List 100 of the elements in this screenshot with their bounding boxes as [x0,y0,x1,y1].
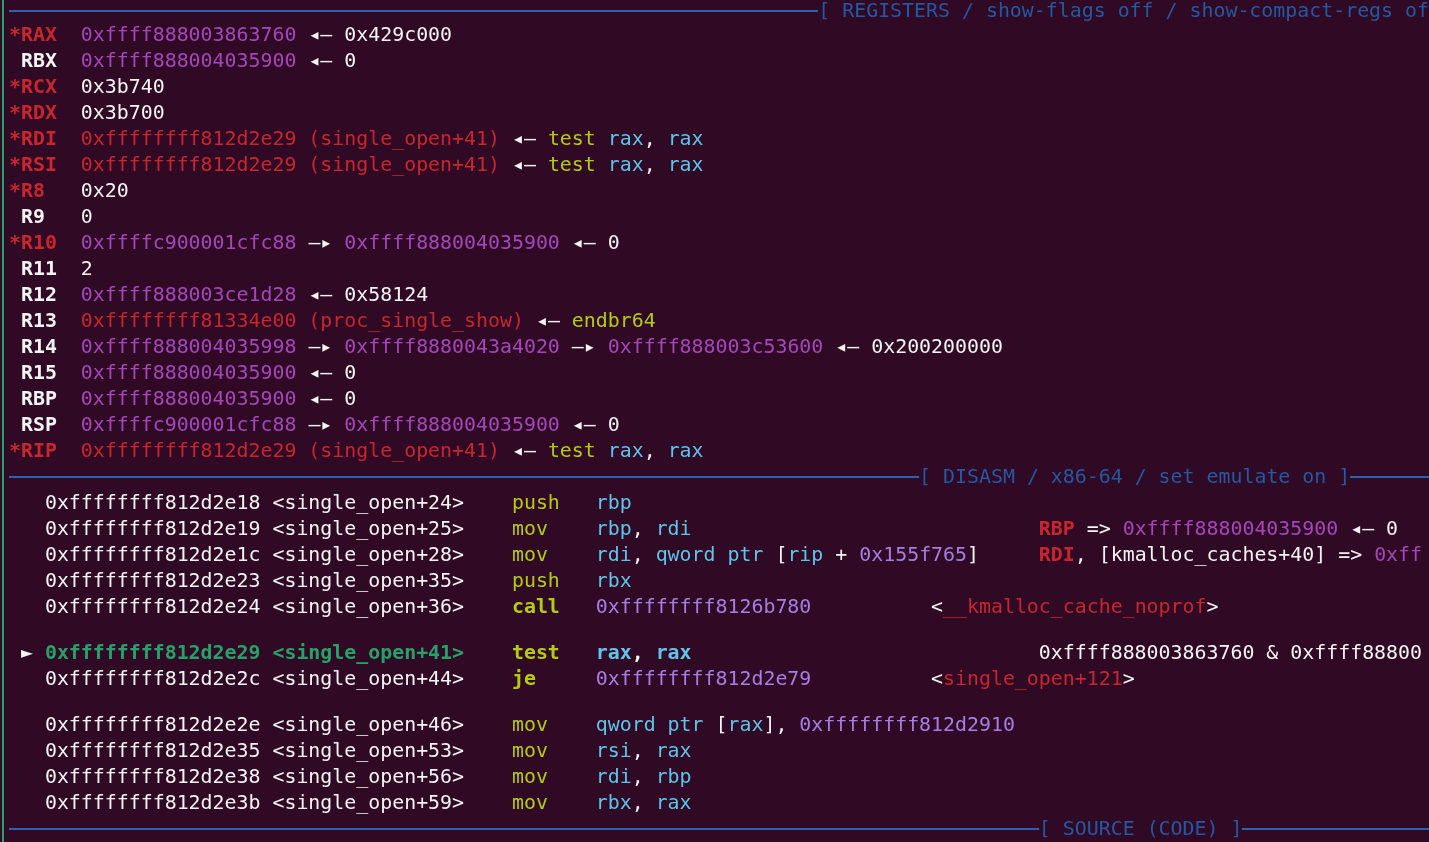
pointer-arrow: ◂— [571,230,596,256]
pointer-arrow: ◂— [308,48,333,74]
register-value: 0 [80,204,93,230]
instruction-operands: qword ptr [rax], 0xffffffff812d2910 [595,712,1015,738]
instruction-address: 0xffffffff812d2e2c [44,666,261,692]
current-line-marker: ► [20,640,33,666]
instruction-operands: rbx, rax [595,790,692,816]
register-name: R12 [20,282,57,308]
instruction-mnemonic: je [511,666,536,692]
register-name: *RSI [9,152,57,178]
instruction-text: test rax, rax [547,438,704,464]
instruction-operands: rsi, rax [595,738,692,764]
instruction-comment: RDI, [kmalloc_caches+40] => 0xff [1038,542,1423,568]
register-name: *R10 [9,230,57,256]
instruction-operands: 0xffffffff812d2e79 [595,666,812,692]
register-name: R14 [20,334,57,360]
pointer-address: 0xffff888004035900 [80,48,297,74]
section-title: [ SOURCE (CODE) ] [1038,816,1243,842]
instruction-mnemonic: push [511,568,560,594]
instruction-address: 0xffffffff812d2e35 [44,738,261,764]
pointer-arrow: —▸ [308,230,333,256]
instruction-mnemonic: test [511,640,560,666]
section-title: [ REGISTERS / show-flags off / show-compact-regs of [818,0,1429,24]
instruction-address: 0xffffffff812d2e18 [44,490,261,516]
instruction-comment: <__kmalloc_cache_noprof> [931,594,1219,620]
instruction-mnemonic: mov [511,764,548,790]
instruction-operands: rdi, qword ptr [rip + 0x155f765] [595,542,979,568]
pointer-address: 0xffff888003ce1d28 [80,282,297,308]
register-value: 0x429c000 [344,22,453,48]
register-name: RBP [20,386,57,412]
instruction-address: 0xffffffff812d2e1c [44,542,261,568]
register-name: *RAX [9,22,57,48]
pointer-arrow: —▸ [571,334,596,360]
instruction-symbol: <single_open+44> [272,666,465,692]
instruction-mnemonic: call [511,594,560,620]
register-value: 0 [607,412,620,438]
code-address: 0xffffffff81334e00 (proc_single_show) [80,308,524,334]
pointer-address: 0xffff888004035998 [80,334,297,360]
instruction-mnemonic: mov [511,516,548,542]
code-address: 0xffffffff812d2e29 (single_open+41) [80,126,500,152]
instruction-address: 0xffffffff812d2e38 [44,764,261,790]
register-name: *RDI [9,126,57,152]
instruction-comment: <single_open+121> [931,666,1135,692]
register-value: 0x58124 [344,282,429,308]
instruction-operands: rbp [595,490,632,516]
instruction-address: 0xffffffff812d2e3b [44,790,261,816]
pointer-address: 0xffff888003863760 [80,22,297,48]
instruction-address: 0xffffffff812d2e23 [44,568,261,594]
register-value: 0x20 [80,178,129,204]
pointer-arrow: ◂— [511,152,536,178]
instruction-operands: rax, rax [595,640,692,666]
pointer-arrow: ◂— [511,126,536,152]
code-address: 0xffffffff812d2e29 (single_open+41) [80,438,500,464]
register-value: 0 [344,386,357,412]
instruction-symbol: <single_open+59> [272,790,465,816]
register-name: RBX [20,48,57,74]
instruction-operands: 0xffffffff8126b780 [595,594,812,620]
instruction-symbol: <single_open+41> [272,640,465,666]
register-name: *RCX [9,74,57,100]
instruction-address: 0xffffffff812d2e2e [44,712,261,738]
pointer-arrow: —▸ [308,412,333,438]
instruction-symbol: <single_open+53> [272,738,465,764]
register-name: RSP [20,412,57,438]
instruction-address: 0xffffffff812d2e24 [44,594,261,620]
pointer-arrow: ◂— [571,412,596,438]
instruction-symbol: <single_open+35> [272,568,465,594]
pointer-address: 0xffffc900001cfc88 [80,412,297,438]
instruction-mnemonic: mov [511,542,548,568]
pointer-address: 0xffffc900001cfc88 [80,230,297,256]
pointer-address: 0xffff8880043a4020 [344,334,560,360]
code-address: 0xffffffff812d2e29 (single_open+41) [80,152,500,178]
pointer-arrow: —▸ [308,334,333,360]
instruction-symbol: <single_open+36> [272,594,465,620]
pointer-arrow: ◂— [535,308,560,334]
instruction-text: test rax, rax [547,126,704,152]
instruction-symbol: <single_open+56> [272,764,465,790]
pointer-arrow: ◂— [308,282,333,308]
register-value: 0x200200000 [871,334,1003,360]
instruction-comment: RBP => 0xffff888004035900 ◂— 0 [1038,516,1399,542]
pointer-arrow: ◂— [308,386,333,412]
register-name: *R8 [9,178,45,204]
register-value: 2 [80,256,93,282]
register-name: *RIP [9,438,57,464]
instruction-symbol: <single_open+25> [272,516,465,542]
instruction-comment: 0xffff888003863760 & 0xffff88800 [1038,640,1423,666]
register-name: *RDX [9,100,57,126]
register-name: R9 [20,204,45,230]
instruction-operands: rbx [595,568,632,594]
register-value: 0x3b740 [80,74,165,100]
instruction-address: 0xffffffff812d2e29 [44,640,261,666]
pointer-address: 0xffff888004035900 [80,360,297,386]
pointer-address: 0xffff888004035900 [344,230,560,256]
register-value: 0 [344,48,357,74]
register-value: 0 [607,230,620,256]
instruction-address: 0xffffffff812d2e19 [44,516,261,542]
instruction-mnemonic: mov [511,738,548,764]
register-value: 0x3b700 [80,100,165,126]
instruction-symbol: <single_open+28> [272,542,465,568]
instruction-symbol: <single_open+24> [272,490,465,516]
instruction-operands: rdi, rbp [595,764,692,790]
